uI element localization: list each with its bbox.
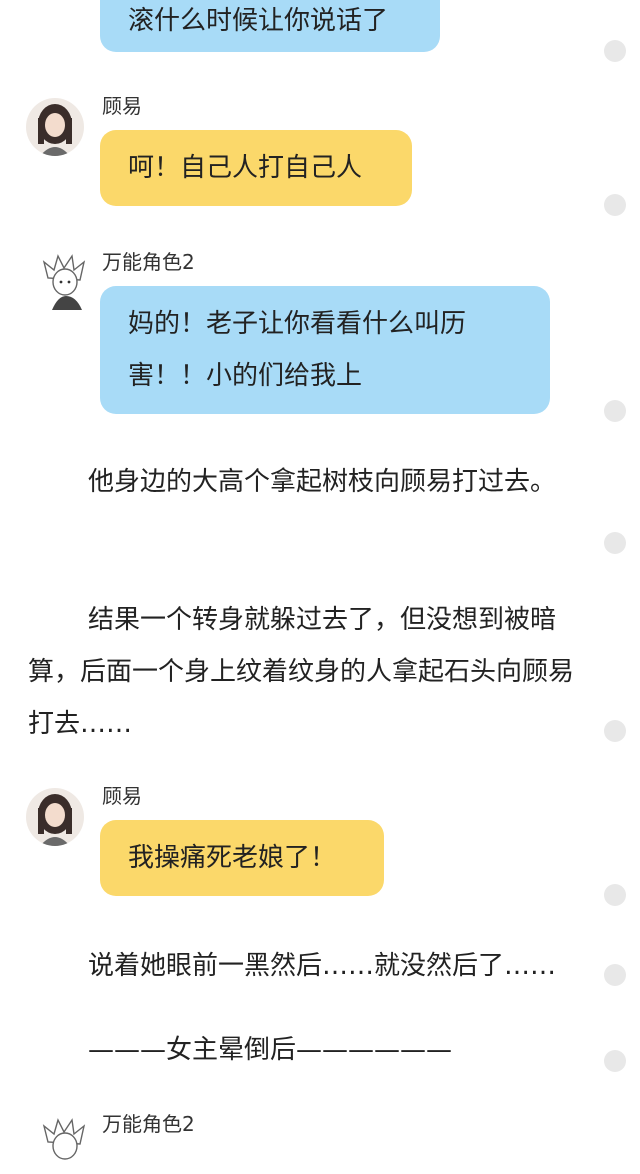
sender-name: 顾易 xyxy=(102,784,142,808)
sender-name: 顾易 xyxy=(102,94,142,118)
avatar-character2[interactable] xyxy=(36,252,94,310)
indicator-dot[interactable] xyxy=(604,194,626,216)
chat-bubble: 妈的！老子让你看看什么叫历害！！小的们给我上 xyxy=(100,286,550,414)
chat-bubble: 滚什么时候让你说话了 xyxy=(100,0,440,52)
narration-line: 说着她眼前一黑然后……就没然后了…… xyxy=(88,951,557,981)
indicator-dot[interactable] xyxy=(604,1050,626,1072)
indicator-dot[interactable] xyxy=(604,720,626,742)
anime-avatar-icon xyxy=(42,1118,86,1160)
message-text: 我操痛死老娘了！ xyxy=(128,843,337,873)
message-text: 滚什么时候让你说话了 xyxy=(128,6,389,36)
indicator-dot[interactable] xyxy=(604,400,626,422)
message-text: 呵！自己人打自己人 xyxy=(128,153,363,183)
indicator-dot[interactable] xyxy=(604,532,626,554)
girl-avatar-icon xyxy=(26,788,84,846)
avatar-guyi[interactable] xyxy=(26,788,84,846)
sender-name: 万能角色2 xyxy=(102,1112,195,1136)
sender-name: 万能角色2 xyxy=(102,250,195,274)
narration-divider-line: ———女主晕倒后—————— xyxy=(88,1035,453,1065)
chat-bubble: 我操痛死老娘了！ xyxy=(100,820,384,896)
girl-avatar-icon xyxy=(26,98,84,156)
indicator-dot[interactable] xyxy=(604,884,626,906)
avatar-character2[interactable] xyxy=(36,1116,94,1174)
indicator-dot[interactable] xyxy=(604,40,626,62)
anime-avatar-icon xyxy=(42,254,86,310)
chat-bubble: 呵！自己人打自己人 xyxy=(100,130,412,206)
indicator-dot[interactable] xyxy=(604,964,626,986)
avatar-guyi[interactable] xyxy=(26,98,84,156)
narration-paragraph: 结果一个转身就躲过去了，但没想到被暗算，后面一个身上纹着纹身的人拿起石头向顾易打… xyxy=(28,605,575,739)
message-text: 妈的！老子让你看看什么叫历害！！小的们给我上 xyxy=(128,309,467,391)
narration-paragraph: 他身边的大高个拿起树枝向顾易打过去。 xyxy=(88,467,557,497)
